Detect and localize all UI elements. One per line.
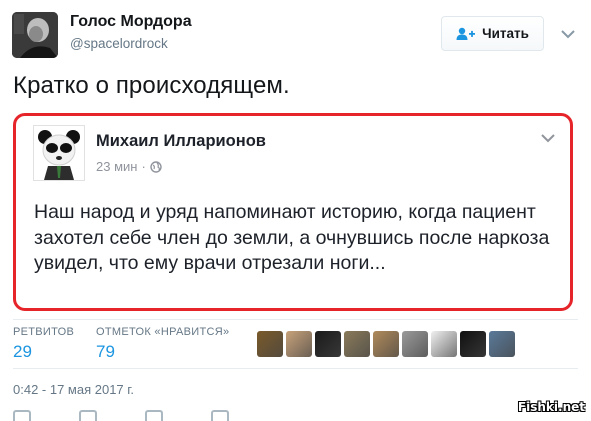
embedded-post-text: Наш народ и уряд напоминают историю, ког… xyxy=(34,201,550,274)
chevron-down-icon xyxy=(561,30,575,39)
retweet-icon[interactable] xyxy=(79,410,97,421)
embedded-post-card: Михаил Илларионов 23 мин · Наш народ и у… xyxy=(13,113,573,311)
more-options-button[interactable] xyxy=(560,26,576,44)
likes-count[interactable]: 79 xyxy=(96,342,115,362)
liker-avatar-9[interactable] xyxy=(489,331,515,357)
liker-avatar-7[interactable] xyxy=(431,331,457,357)
stats-top-divider xyxy=(13,319,578,320)
tweet-timestamp[interactable]: 0:42 - 17 мая 2017 г. xyxy=(13,382,134,397)
tweet-actions xyxy=(13,410,229,421)
like-icon[interactable] xyxy=(145,410,163,421)
tweet-text: Кратко о происходящем. xyxy=(13,72,290,99)
follow-button[interactable]: Читать xyxy=(441,16,544,51)
embedded-post-meta: 23 мин · xyxy=(96,159,162,174)
embedded-author-name[interactable]: Михаил Илларионов xyxy=(96,132,266,151)
author-handle[interactable]: @spacelordrock xyxy=(70,36,168,51)
liker-avatar-8[interactable] xyxy=(460,331,486,357)
liker-avatar-3[interactable] xyxy=(315,331,341,357)
author-name[interactable]: Голос Мордора xyxy=(70,13,192,31)
embedded-author-avatar xyxy=(33,125,85,181)
stats-bottom-divider xyxy=(13,368,578,369)
liker-avatar-2[interactable] xyxy=(286,331,312,357)
liker-avatar-4[interactable] xyxy=(344,331,370,357)
chevron-down-icon xyxy=(541,134,555,143)
author-avatar-image xyxy=(12,12,58,58)
retweets-label[interactable]: РЕТВИТОВ xyxy=(13,326,74,338)
reply-icon[interactable] xyxy=(13,410,31,421)
liker-avatar-5[interactable] xyxy=(373,331,399,357)
follow-button-label: Читать xyxy=(482,26,529,41)
watermark: Fishki.net xyxy=(517,400,585,414)
meta-separator: · xyxy=(141,159,146,174)
likes-label[interactable]: ОТМЕТОК «НРАВИТСЯ» xyxy=(96,326,229,338)
embedded-post-time[interactable]: 23 мин xyxy=(96,159,137,174)
liker-avatar-6[interactable] xyxy=(402,331,428,357)
add-user-icon xyxy=(456,27,476,40)
globe-icon xyxy=(150,160,162,173)
author-avatar[interactable] xyxy=(12,12,58,58)
panda-avatar-icon xyxy=(34,126,84,180)
more-icon[interactable] xyxy=(211,410,229,421)
liker-avatar-1[interactable] xyxy=(257,331,283,357)
retweets-count[interactable]: 29 xyxy=(13,342,32,362)
likers-avatars xyxy=(257,331,515,357)
embedded-post-options xyxy=(540,130,556,148)
